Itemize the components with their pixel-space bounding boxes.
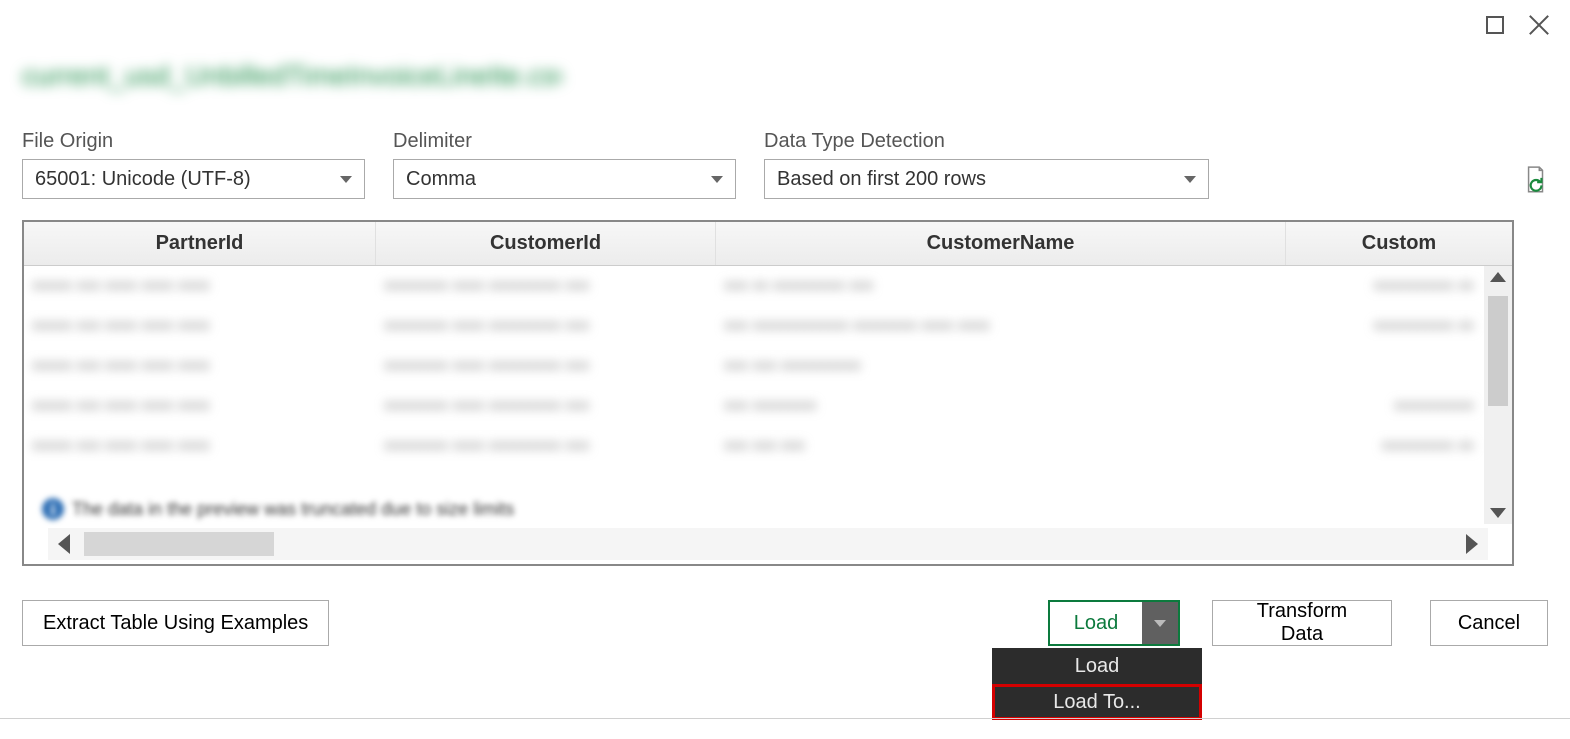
transform-data-button[interactable]: Transform Data: [1212, 600, 1392, 646]
table-row: xxxxx xxx xxxx xxxx xxxxxxxxxxxx xxxx xx…: [24, 426, 1512, 466]
load-button[interactable]: Load: [1050, 602, 1142, 644]
close-icon[interactable]: [1528, 14, 1550, 36]
data-type-value: Based on first 200 rows: [777, 168, 986, 191]
truncation-note: i The data in the preview was truncated …: [42, 498, 514, 520]
column-header[interactable]: CustomerId: [376, 222, 716, 265]
load-dropdown-toggle[interactable]: [1142, 602, 1178, 644]
delimiter-value: Comma: [406, 168, 476, 191]
cancel-button[interactable]: Cancel: [1430, 600, 1548, 646]
menu-item-load-to[interactable]: Load To...: [992, 684, 1202, 720]
refresh-icon[interactable]: [1522, 165, 1548, 195]
scroll-thumb[interactable]: [1488, 296, 1508, 406]
scroll-up-icon[interactable]: [1490, 272, 1506, 282]
table-body: xxxxx xxx xxxx xxxx xxxxxxxxxxxx xxxx xx…: [24, 266, 1512, 506]
scroll-down-icon[interactable]: [1490, 508, 1506, 518]
extract-table-button[interactable]: Extract Table Using Examples: [22, 600, 329, 646]
data-type-select[interactable]: Based on first 200 rows: [764, 159, 1209, 199]
load-split-button: Load: [1048, 600, 1180, 646]
file-origin-select[interactable]: 65001: Unicode (UTF-8): [22, 159, 365, 199]
info-icon: i: [42, 498, 64, 520]
table-row: xxxxx xxx xxxx xxxx xxxxxxxxxxxx xxxx xx…: [24, 346, 1512, 386]
delimiter-select[interactable]: Comma: [393, 159, 736, 199]
dialog-footer: Extract Table Using Examples Load Transf…: [22, 600, 1548, 646]
column-header[interactable]: PartnerId: [24, 222, 376, 265]
vertical-scrollbar[interactable]: [1484, 266, 1512, 524]
menu-item-load[interactable]: Load: [992, 648, 1202, 684]
table-row: xxxxx xxx xxxx xxxx xxxxxxxxxxxx xxxx xx…: [24, 306, 1512, 346]
table-row: xxxxx xxx xxxx xxxx xxxxxxxxxxxx xxxx xx…: [24, 386, 1512, 426]
sheet-grid: [0, 718, 1570, 719]
horizontal-scrollbar[interactable]: [48, 528, 1488, 560]
scroll-thumb[interactable]: [84, 532, 274, 556]
table-header: PartnerId CustomerId CustomerName Custom: [24, 222, 1512, 266]
file-origin-label: File Origin: [22, 130, 365, 153]
maximize-icon[interactable]: [1486, 16, 1504, 34]
import-options: File Origin 65001: Unicode (UTF-8) Delim…: [22, 130, 1548, 199]
scroll-right-icon[interactable]: [1466, 534, 1478, 554]
delimiter-label: Delimiter: [393, 130, 736, 153]
load-dropdown-menu: Load Load To...: [992, 648, 1202, 720]
scroll-left-icon[interactable]: [58, 534, 70, 554]
file-title: current_usd_UnbilledTimeInvoiceLineIte.c…: [22, 60, 562, 100]
column-header[interactable]: CustomerName: [716, 222, 1286, 265]
column-header[interactable]: Custom: [1286, 222, 1512, 265]
file-origin-value: 65001: Unicode (UTF-8): [35, 168, 251, 191]
data-type-label: Data Type Detection: [764, 130, 1209, 153]
table-row: xxxxx xxx xxxx xxxx xxxxxxxxxxxx xxxx xx…: [24, 266, 1512, 306]
preview-table: PartnerId CustomerId CustomerName Custom…: [22, 220, 1514, 566]
